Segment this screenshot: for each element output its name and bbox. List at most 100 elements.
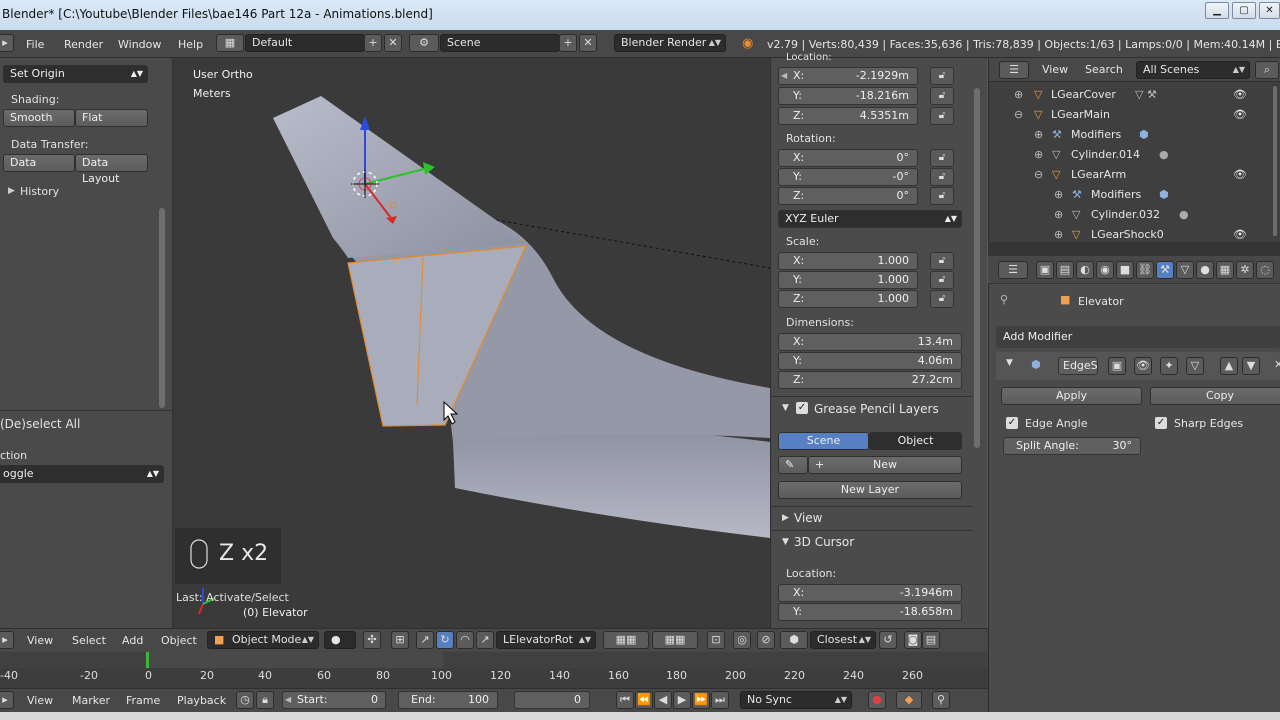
jump-end-icon[interactable]: ⏭ — [711, 691, 729, 709]
pivot-point-icon[interactable]: ✣ — [363, 631, 381, 649]
transform-orientation-dropdown[interactable]: LElevatorRot ▲▼ — [496, 631, 596, 649]
expand-arrow-icon[interactable]: ▼ — [782, 403, 789, 413]
expand-icon[interactable]: ⊕ — [1014, 88, 1023, 101]
data-tab-icon[interactable]: ▽ — [1176, 261, 1194, 279]
lock-icon[interactable]: 🔓︎ — [930, 107, 954, 125]
scale-manipulator-icon[interactable]: ◠ — [456, 631, 474, 649]
menu-select[interactable]: Select — [72, 634, 106, 647]
editor-type-icon[interactable]: ▸ — [0, 631, 14, 649]
scale-z-field[interactable]: Z: 1.000 — [778, 290, 918, 308]
expand-icon[interactable]: ⊕ — [1034, 128, 1043, 141]
lock-icon[interactable]: 🔓︎ — [930, 271, 954, 289]
object-tab-icon[interactable]: ■ — [1116, 261, 1134, 279]
lock-icon[interactable]: 🔓︎ — [930, 252, 954, 270]
rotation-mode-dropdown[interactable]: XYZ Euler ▲▼ — [778, 210, 962, 228]
visibility-eye-icon[interactable]: 👁︎ — [1233, 88, 1247, 101]
dimensions-z-field[interactable]: Z: 27.2cm — [778, 371, 962, 389]
sync-mode-dropdown[interactable]: No Sync ▲▼ — [740, 691, 852, 709]
world-tab-icon[interactable]: ◉ — [1096, 261, 1114, 279]
snap-target-dropdown[interactable]: Closest ▲▼ — [810, 631, 876, 649]
history-panel-header[interactable]: History — [20, 185, 59, 198]
keyframe-insert-icon[interactable]: ⚲ — [932, 691, 950, 709]
constraints-tab-icon[interactable]: ⛓ — [1136, 261, 1154, 279]
delete-layout-icon[interactable]: ✕ — [384, 34, 402, 52]
apply-button[interactable]: Apply — [1001, 387, 1142, 405]
modifier-name-field[interactable]: EdgeS — [1058, 357, 1098, 375]
location-x-field[interactable]: ◀ X: -2.1929m — [778, 67, 918, 85]
screen-layout-icon[interactable]: ▦ — [216, 34, 244, 52]
3d-cursor-panel-header[interactable]: 3D Cursor — [794, 535, 854, 549]
outliner-row[interactable]: ⊕ ▽ Cylinder.014 ● — [989, 145, 1280, 165]
layers-grid-2[interactable]: ▦▦ — [652, 631, 698, 649]
scale-y-field[interactable]: Y: 1.000 — [778, 271, 918, 289]
keying-set-icon[interactable]: ◆ — [896, 691, 922, 709]
collapse-arrow-icon[interactable]: ▼ — [1006, 358, 1013, 368]
tool-shelf-scrollbar[interactable] — [159, 208, 165, 408]
z-axis-arrow-icon[interactable] — [360, 116, 370, 130]
current-frame-indicator[interactable] — [146, 652, 149, 668]
menu-view[interactable]: View — [27, 634, 53, 647]
cursor-x-field[interactable]: X: -3.1946m — [778, 584, 962, 602]
screen-layout-dropdown[interactable]: Default — [245, 34, 365, 52]
outliner-row[interactable]: ⊕ ▽ LGearCover ▽ ⚒ 👁︎ — [989, 85, 1280, 105]
scene-icon[interactable]: ⚙ — [409, 34, 439, 52]
record-keyframe-icon[interactable]: ● — [868, 691, 886, 709]
translate-manipulator-icon[interactable]: ↗ — [416, 631, 434, 649]
edge-angle-checkbox[interactable]: ✓ — [1006, 417, 1018, 429]
viewport-shading-dropdown[interactable]: ● — [324, 631, 356, 649]
maximize-button[interactable]: ▢ — [1232, 2, 1256, 19]
visibility-eye-icon[interactable]: 👁︎ — [1233, 228, 1247, 241]
collapse-arrow-icon[interactable]: ▶ — [8, 186, 15, 196]
menu-window[interactable]: Window — [118, 38, 161, 51]
sharp-edges-checkbox[interactable]: ✓ — [1155, 417, 1167, 429]
cursor-y-field[interactable]: Y: -18.658m — [778, 603, 962, 621]
expand-icon[interactable]: ⊕ — [1054, 228, 1063, 241]
rotate-manipulator-icon[interactable]: ↻ — [436, 631, 454, 649]
jump-keyframe-forward-icon[interactable]: ⏩ — [692, 691, 710, 709]
add-layout-icon[interactable]: + — [364, 34, 382, 52]
remove-modifier-icon[interactable]: ✕ — [1274, 358, 1280, 371]
lock-icon[interactable]: 🔓︎ — [930, 87, 954, 105]
outliner-row[interactable]: ⊕ ▽ LGearShock0 👁︎ — [989, 225, 1280, 242]
end-frame-field[interactable]: End: 100 — [398, 691, 498, 709]
current-frame-field[interactable]: 0 — [514, 691, 590, 709]
add-modifier-dropdown[interactable]: Add Modifier — [996, 326, 1280, 348]
view-panel-header[interactable]: View — [794, 511, 822, 525]
snap-toggle-icon[interactable]: ⊘ — [757, 631, 775, 649]
jump-start-icon[interactable]: ⏮ — [616, 691, 634, 709]
scale-x-field[interactable]: X: 1.000 — [778, 252, 918, 270]
properties-editor-icon[interactable]: ☰ — [998, 261, 1028, 279]
gp-datablock-icon[interactable]: ✎ — [778, 456, 808, 474]
expand-icon[interactable]: ⊕ — [1034, 148, 1043, 161]
render-still-icon[interactable]: ◙ — [904, 631, 922, 649]
horizontal-stabilizer-mesh[interactable] — [273, 96, 526, 258]
dimensions-x-field[interactable]: X: 13.4m — [778, 333, 962, 351]
start-frame-field[interactable]: ◀ Start: 0 — [282, 691, 386, 709]
interaction-mode-dropdown[interactable]: ■ Object Mode ▲▼ — [207, 631, 319, 649]
collapse-arrow-icon[interactable]: ▶ — [782, 513, 789, 523]
outliner-editor-icon[interactable]: ☰ — [999, 61, 1029, 79]
rotation-y-field[interactable]: Y: -0° — [778, 168, 918, 186]
gp-new-button[interactable]: + New — [808, 456, 962, 474]
decrement-arrow-icon[interactable]: ◀ — [285, 692, 291, 708]
manipulator-toggle-icon[interactable]: ⊞ — [391, 631, 409, 649]
copy-button[interactable]: Copy — [1150, 387, 1280, 405]
outliner-row[interactable]: ⊕ ⚒ Modifiers ⬢ — [989, 185, 1280, 205]
dimensions-y-field[interactable]: Y: 4.06m — [778, 352, 962, 370]
menu-render[interactable]: Render — [64, 38, 103, 51]
lock-icon[interactable]: 🔓︎ — [930, 187, 954, 205]
outliner-display-mode-dropdown[interactable]: All Scenes ▲▼ — [1136, 61, 1250, 79]
timeline-menu-marker[interactable]: Marker — [72, 694, 110, 707]
data-layout-button[interactable]: Data Layout — [75, 154, 148, 185]
modifier-render-toggle-icon[interactable]: ▣ — [1108, 357, 1126, 375]
gp-scene-tab[interactable]: Scene — [778, 432, 869, 450]
decrement-arrow-icon[interactable]: ◀ — [781, 68, 787, 84]
snap-element-icon[interactable]: ⬢ — [780, 631, 808, 649]
outliner-view-menu[interactable]: View — [1042, 63, 1068, 76]
jump-keyframe-back-icon[interactable]: ⏪ — [635, 691, 653, 709]
add-scene-icon[interactable]: + — [559, 34, 577, 52]
delete-scene-icon[interactable]: ✕ — [579, 34, 597, 52]
editor-type-icon[interactable]: ▸ — [0, 34, 14, 52]
move-up-icon[interactable]: ▲ — [1220, 357, 1238, 375]
outliner-search-icon[interactable]: ⌕ — [1255, 61, 1279, 79]
